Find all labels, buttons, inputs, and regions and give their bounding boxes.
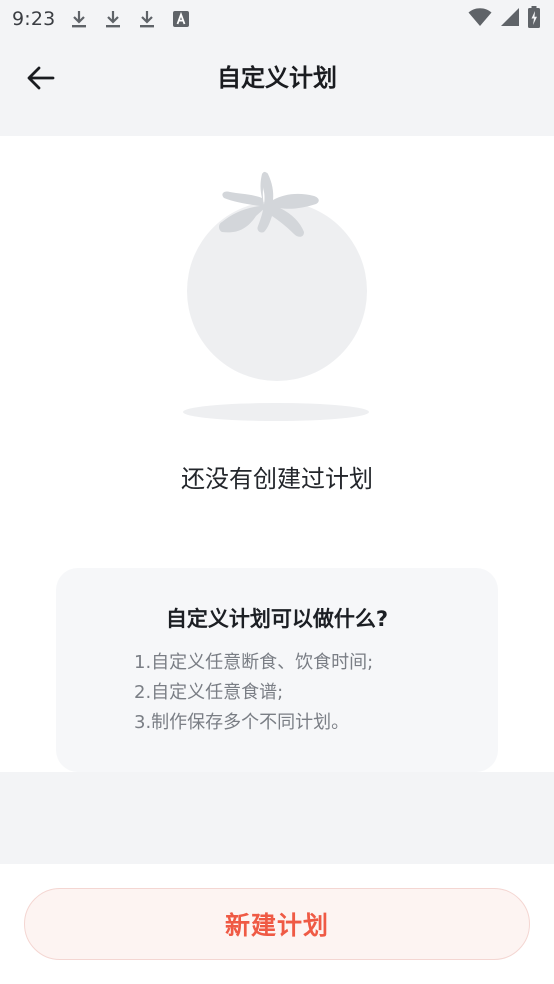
tomato-icon [176,168,376,428]
battery-charging-icon [528,6,540,32]
bottom-bar: 新建计划 [0,864,554,984]
status-left: 9:23 [12,8,191,30]
keyboard-a-icon [171,8,191,30]
info-title: 自定义计划可以做什么? [165,607,389,631]
page-title: 自定义计划 [217,64,337,92]
info-item: 3.制作保存多个不同计划。 [134,712,350,733]
status-bar: 9:23 [0,0,554,38]
download-icon [69,8,89,30]
download-icon [137,8,157,30]
signal-icon [500,7,520,31]
info-item: 2.自定义任意食谱; [134,682,284,703]
empty-state-message: 还没有创建过计划 [181,465,373,493]
create-plan-button[interactable]: 新建计划 [24,888,530,960]
info-list: 1.自定义任意断食、饮食时间; 2.自定义任意食谱; 3.制作保存多个不同计划。 [134,648,373,738]
wifi-icon [468,7,492,31]
download-icon [103,8,123,30]
info-box: 自定义计划可以做什么? 1.自定义任意断食、饮食时间; 2.自定义任意食谱; 3… [56,568,498,772]
create-plan-label: 新建计划 [224,911,329,940]
content-card: 还没有创建过计划 自定义计划可以做什么? 1.自定义任意断食、饮食时间; 2.自… [0,136,554,772]
app-header: 自定义计划 [0,38,554,136]
status-time: 9:23 [12,8,56,30]
info-item: 1.自定义任意断食、饮食时间; [134,652,374,673]
screen: 9:23 自定义计划 还没有创建过计划 自定义计划可以做什么? 1.自定义任意断… [0,0,554,984]
status-right [468,6,540,32]
